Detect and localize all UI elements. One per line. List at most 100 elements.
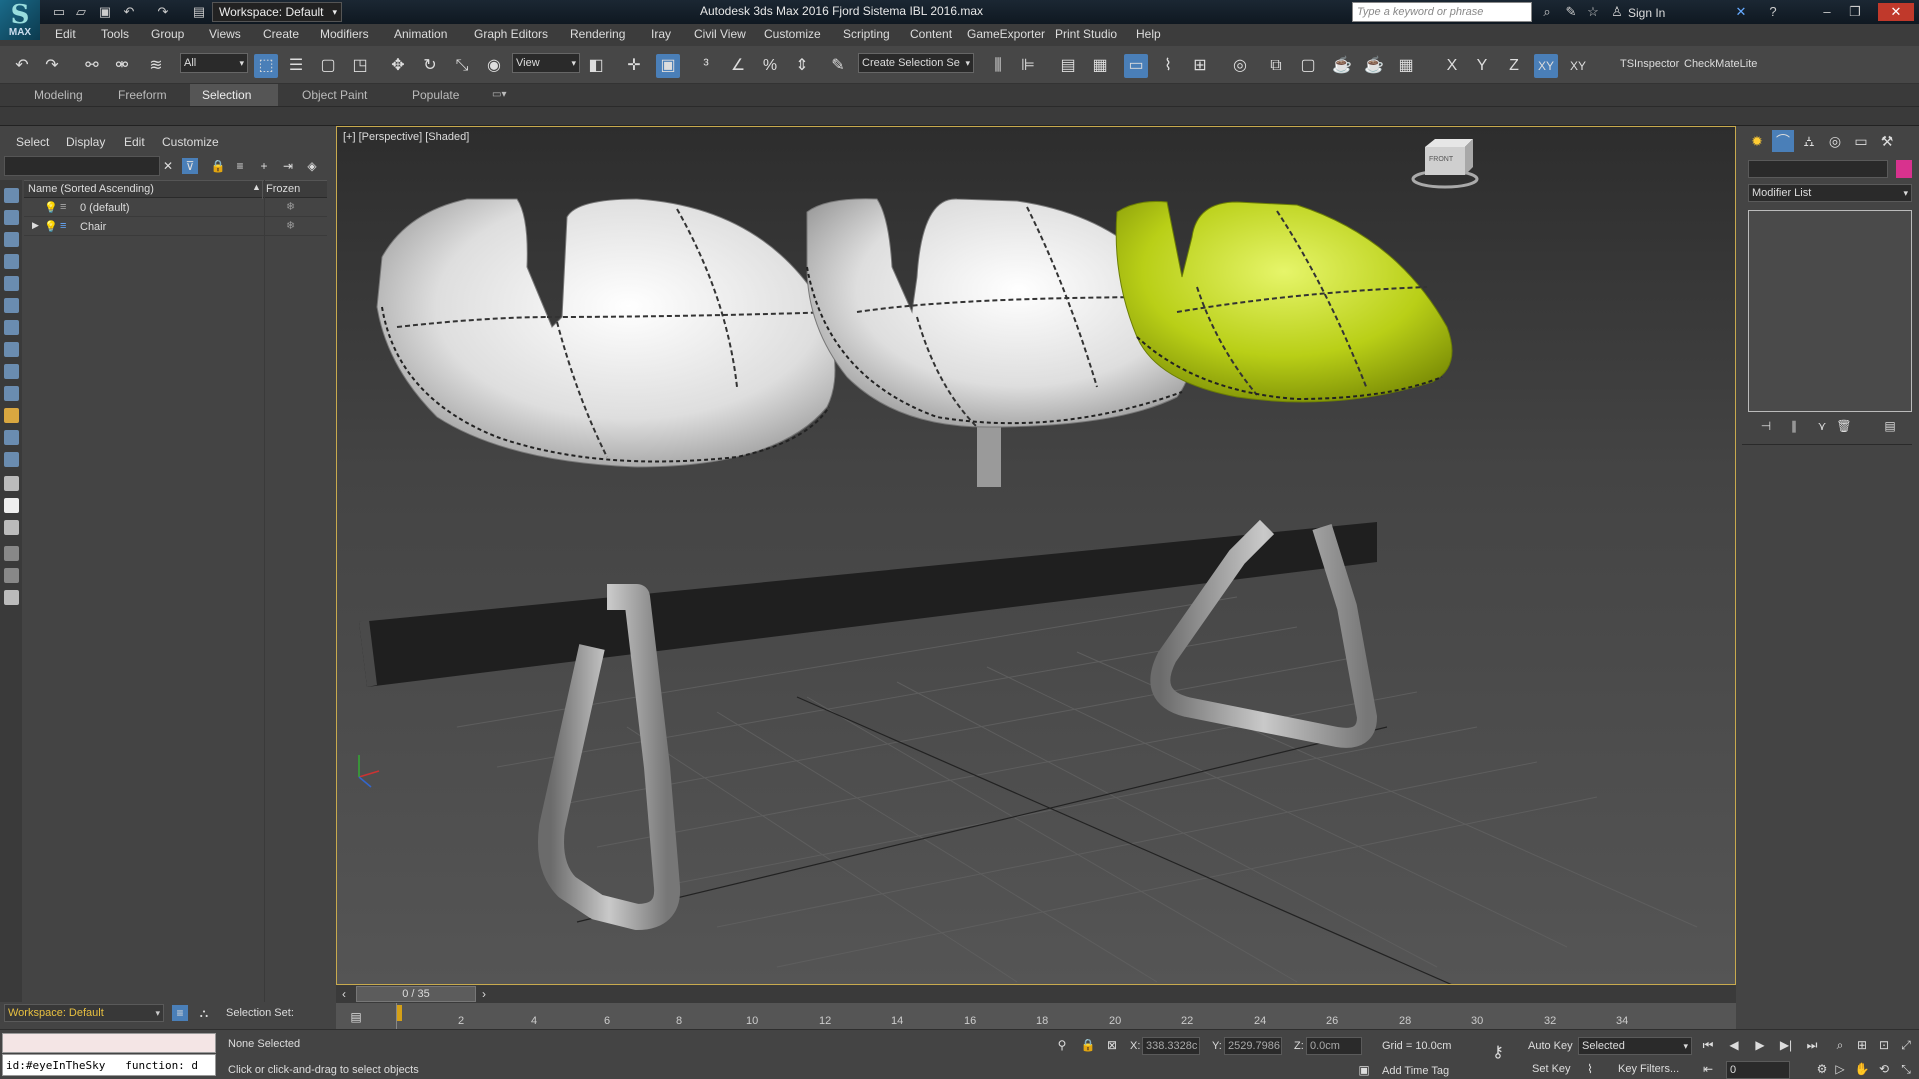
axis-xy-cycle-button[interactable]: XY — [1566, 54, 1590, 78]
layer-row-default[interactable]: 💡 ≡ 0 (default) ❄ — [24, 199, 327, 217]
place-icon[interactable]: ◉ — [482, 54, 506, 78]
y-coordinate-field[interactable]: 2529.7986 — [1224, 1037, 1282, 1055]
axis-x-button[interactable]: X — [1440, 54, 1464, 78]
axis-xy-button[interactable]: XY — [1534, 54, 1558, 78]
edit-named-selection-icon[interactable]: ✎ — [826, 54, 850, 78]
display-all-objects-icon[interactable] — [4, 476, 19, 491]
scene-menu-display[interactable]: Display — [66, 135, 105, 149]
help-icon[interactable]: ? — [1764, 3, 1782, 21]
next-frame-icon[interactable]: ▶| — [1778, 1037, 1794, 1053]
render-activeshade-icon[interactable]: ▦ — [1394, 54, 1418, 78]
tab-populate[interactable]: Populate — [400, 84, 471, 106]
layer-explorer-icon[interactable]: ▦ — [1088, 54, 1112, 78]
favorites-star-icon[interactable]: ☆ — [1584, 3, 1602, 21]
rotate-icon[interactable]: ↻ — [418, 54, 442, 78]
display-geometry-icon[interactable] — [4, 210, 19, 225]
close-icon[interactable]: ✕ — [1878, 3, 1914, 21]
menu-edit[interactable]: Edit — [55, 27, 76, 41]
pivot-center-icon[interactable]: ◧ — [584, 54, 608, 78]
menu-modifiers[interactable]: Modifiers — [320, 27, 369, 41]
layer-row-chair[interactable]: ▶ 💡 ≡ Chair ❄ — [24, 218, 327, 236]
tab-modeling[interactable]: Modeling — [22, 84, 95, 106]
pin-stack-icon[interactable]: ⊣ — [1758, 418, 1774, 434]
menu-create[interactable]: Create — [263, 27, 299, 41]
go-to-start-icon[interactable]: ⏮ — [1700, 1037, 1716, 1053]
mirror-icon[interactable]: ⫼ — [986, 54, 1010, 78]
app-logo-button[interactable]: S MAX — [0, 0, 40, 40]
mini-curve-editor-icon[interactable]: ▤ — [348, 1009, 364, 1025]
scene-menu-customize[interactable]: Customize — [162, 135, 219, 149]
window-crossing-icon[interactable]: ◳ — [348, 54, 372, 78]
auto-key-button[interactable]: Auto Key — [1528, 1040, 1573, 1052]
rectangular-selection-icon[interactable]: ▢ — [316, 54, 340, 78]
unlink-icon[interactable]: ⚮ — [110, 54, 134, 78]
object-color-swatch[interactable] — [1896, 160, 1912, 178]
time-slider-thumb[interactable]: 0 / 35 — [356, 986, 476, 1002]
menu-animation[interactable]: Animation — [394, 27, 447, 41]
selection-lock-icon[interactable]: 🔒 — [1080, 1037, 1096, 1053]
maximize-toggle-icon[interactable]: ⤡ — [1898, 1061, 1914, 1077]
add-to-layer-icon[interactable]: ⇥ — [280, 158, 296, 174]
keyboard-shortcut-override-icon[interactable]: ▣ — [656, 54, 680, 78]
checkmatelite-button[interactable]: CheckMateLite — [1684, 58, 1757, 70]
lightbulb-icon[interactable]: 💡 — [44, 201, 58, 214]
move-icon[interactable]: ✥ — [386, 54, 410, 78]
column-name-header[interactable]: Name (Sorted Ascending) — [28, 183, 154, 195]
display-xrefs-icon[interactable] — [4, 364, 19, 379]
filter-toggle-icon[interactable]: ⊽ — [182, 158, 198, 174]
key-mode-dropdown[interactable]: Selected ▾ — [1578, 1037, 1692, 1055]
menu-graph-editors[interactable]: Graph Editors — [474, 27, 548, 41]
current-frame-marker[interactable] — [397, 1005, 402, 1021]
display-spacewarps-icon[interactable] — [4, 320, 19, 335]
menu-content[interactable]: Content — [910, 27, 952, 41]
scene-filter-input[interactable] — [4, 156, 160, 176]
modifier-list-dropdown[interactable]: Modifier List ▾ — [1748, 184, 1912, 202]
perspective-viewport[interactable]: [+] [Perspective] [Shaded] FRONT — [336, 126, 1736, 985]
set-key-curve-icon[interactable]: ⌇ — [1582, 1061, 1598, 1077]
pan-view-icon[interactable]: ✋ — [1854, 1061, 1870, 1077]
menu-civil-view[interactable]: Civil View — [694, 27, 746, 41]
search-input[interactable]: Type a keyword or phrase — [1352, 2, 1532, 22]
create-layer-icon[interactable]: + — [256, 158, 272, 174]
key-mode-toggle-icon[interactable]: ⇤ — [1700, 1061, 1716, 1077]
zoom-icon[interactable]: ⌕ — [1832, 1037, 1848, 1053]
make-unique-icon[interactable]: ⋎ — [1814, 418, 1830, 434]
display-containers-icon[interactable] — [4, 408, 19, 423]
utilities-tab-icon[interactable]: ⚒ — [1876, 130, 1898, 152]
display-hidden-icon[interactable] — [4, 452, 19, 467]
track-bar[interactable]: 2 4 6 8 10 12 14 16 18 20 22 24 26 28 30… — [336, 1003, 1736, 1029]
render-production-icon[interactable]: ☕ — [1330, 54, 1354, 78]
modify-tab-icon[interactable]: ⌒ — [1772, 130, 1794, 152]
material-editor-icon[interactable]: ◎ — [1228, 54, 1252, 78]
new-file-icon[interactable]: ▭ — [50, 3, 68, 21]
previous-frame-icon[interactable]: ◀ — [1726, 1037, 1742, 1053]
bind-space-warp-icon[interactable]: ≋ — [144, 54, 168, 78]
display-bones-icon[interactable] — [4, 386, 19, 401]
named-selection-sets-dropdown[interactable]: Create Selection Se ▾ — [858, 53, 974, 73]
set-key-mode-icon[interactable]: ⚷ — [1490, 1045, 1506, 1061]
menu-views[interactable]: Views — [209, 27, 241, 41]
project-folder-icon[interactable]: ▤ — [190, 3, 208, 21]
tab-selection[interactable]: Selection — [190, 84, 278, 106]
clear-filter-icon[interactable]: ✕ — [160, 158, 176, 174]
exchange-icon[interactable]: ✕ — [1732, 3, 1750, 21]
tab-freeform[interactable]: Freeform — [106, 84, 179, 106]
time-tag-icon[interactable]: ▣ — [1356, 1062, 1372, 1078]
create-tab-icon[interactable]: ✹ — [1746, 130, 1768, 152]
viewport-label[interactable]: [+] [Perspective] [Shaded] — [343, 131, 469, 143]
x-coordinate-field[interactable]: 338.3328c — [1142, 1037, 1200, 1055]
reference-coordinate-dropdown[interactable]: View ▾ — [512, 53, 580, 73]
open-file-icon[interactable]: ▱ — [72, 3, 90, 21]
find-icon[interactable] — [4, 568, 19, 583]
object-name-field[interactable] — [1748, 160, 1888, 178]
time-configuration-icon[interactable]: ⚙ — [1814, 1061, 1830, 1077]
invert-display-icon[interactable] — [4, 520, 19, 535]
expand-arrow-icon[interactable]: ▶ — [32, 220, 39, 231]
select-and-manipulate-icon[interactable]: ✛ — [622, 54, 646, 78]
link-icon[interactable]: ⚯ — [80, 54, 104, 78]
layers-icon[interactable]: ≡ — [232, 158, 248, 174]
modifier-stack[interactable] — [1748, 210, 1912, 412]
percent-snap-icon[interactable]: % — [758, 54, 782, 78]
scene-explorer-toggle-icon[interactable]: ≡ — [172, 1005, 188, 1021]
curve-editor-icon[interactable]: ⌇ — [1156, 54, 1180, 78]
